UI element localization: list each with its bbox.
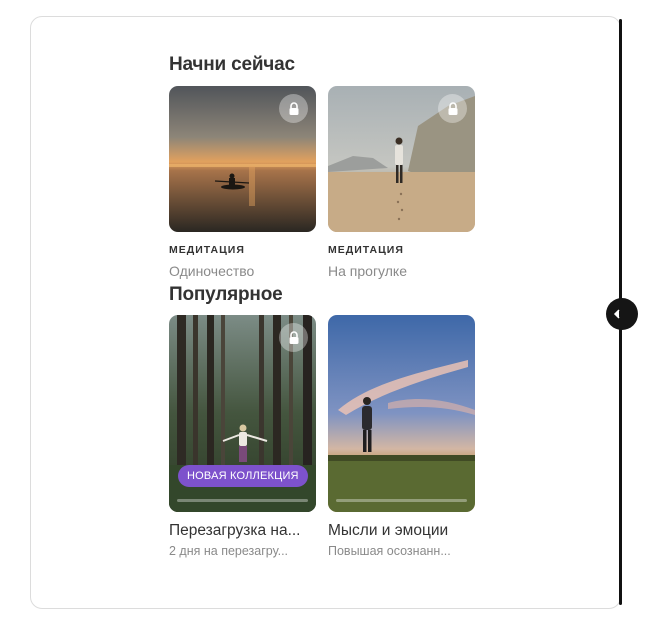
- section-title-popular: Популярное: [169, 284, 283, 305]
- card-title: Мысли и эмоции: [328, 522, 449, 539]
- card-thoughts[interactable]: Мысли и эмоции Повышая осознанн...: [328, 315, 475, 559]
- progress-track: [336, 499, 467, 502]
- card-category: МЕДИТАЦИЯ: [328, 244, 404, 256]
- new-collection-badge: НОВАЯ КОЛЛЕКЦИЯ: [178, 465, 308, 487]
- card-image: [169, 86, 316, 232]
- card-subtitle: 2 дня на перезагру...: [169, 544, 289, 558]
- card-image: [328, 86, 475, 232]
- lock-icon: [279, 323, 308, 352]
- lock-icon: [279, 94, 308, 123]
- card-title: На прогулке: [328, 263, 407, 279]
- card-title: Одиночество: [169, 263, 255, 279]
- section-title-start-now: Начни сейчас: [169, 54, 295, 75]
- card-subtitle: Повышая осознанн...: [328, 544, 451, 558]
- content-panel: [30, 16, 622, 609]
- progress-track: [177, 499, 308, 502]
- card-image: [328, 315, 475, 512]
- card-reset[interactable]: НОВАЯ КОЛЛЕКЦИЯ Перезагрузка на... 2 дня…: [169, 315, 316, 559]
- card-image: НОВАЯ КОЛЛЕКЦИЯ: [169, 315, 316, 512]
- collapse-handle-button[interactable]: [606, 298, 638, 330]
- card-walk[interactable]: МЕДИТАЦИЯ На прогулке: [328, 86, 475, 280]
- lock-icon: [438, 94, 467, 123]
- chevron-left-icon: [613, 309, 621, 319]
- card-title: Перезагрузка на...: [169, 522, 301, 539]
- card-category: МЕДИТАЦИЯ: [169, 244, 245, 256]
- card-loneliness[interactable]: МЕДИТАЦИЯ Одиночество: [169, 86, 316, 280]
